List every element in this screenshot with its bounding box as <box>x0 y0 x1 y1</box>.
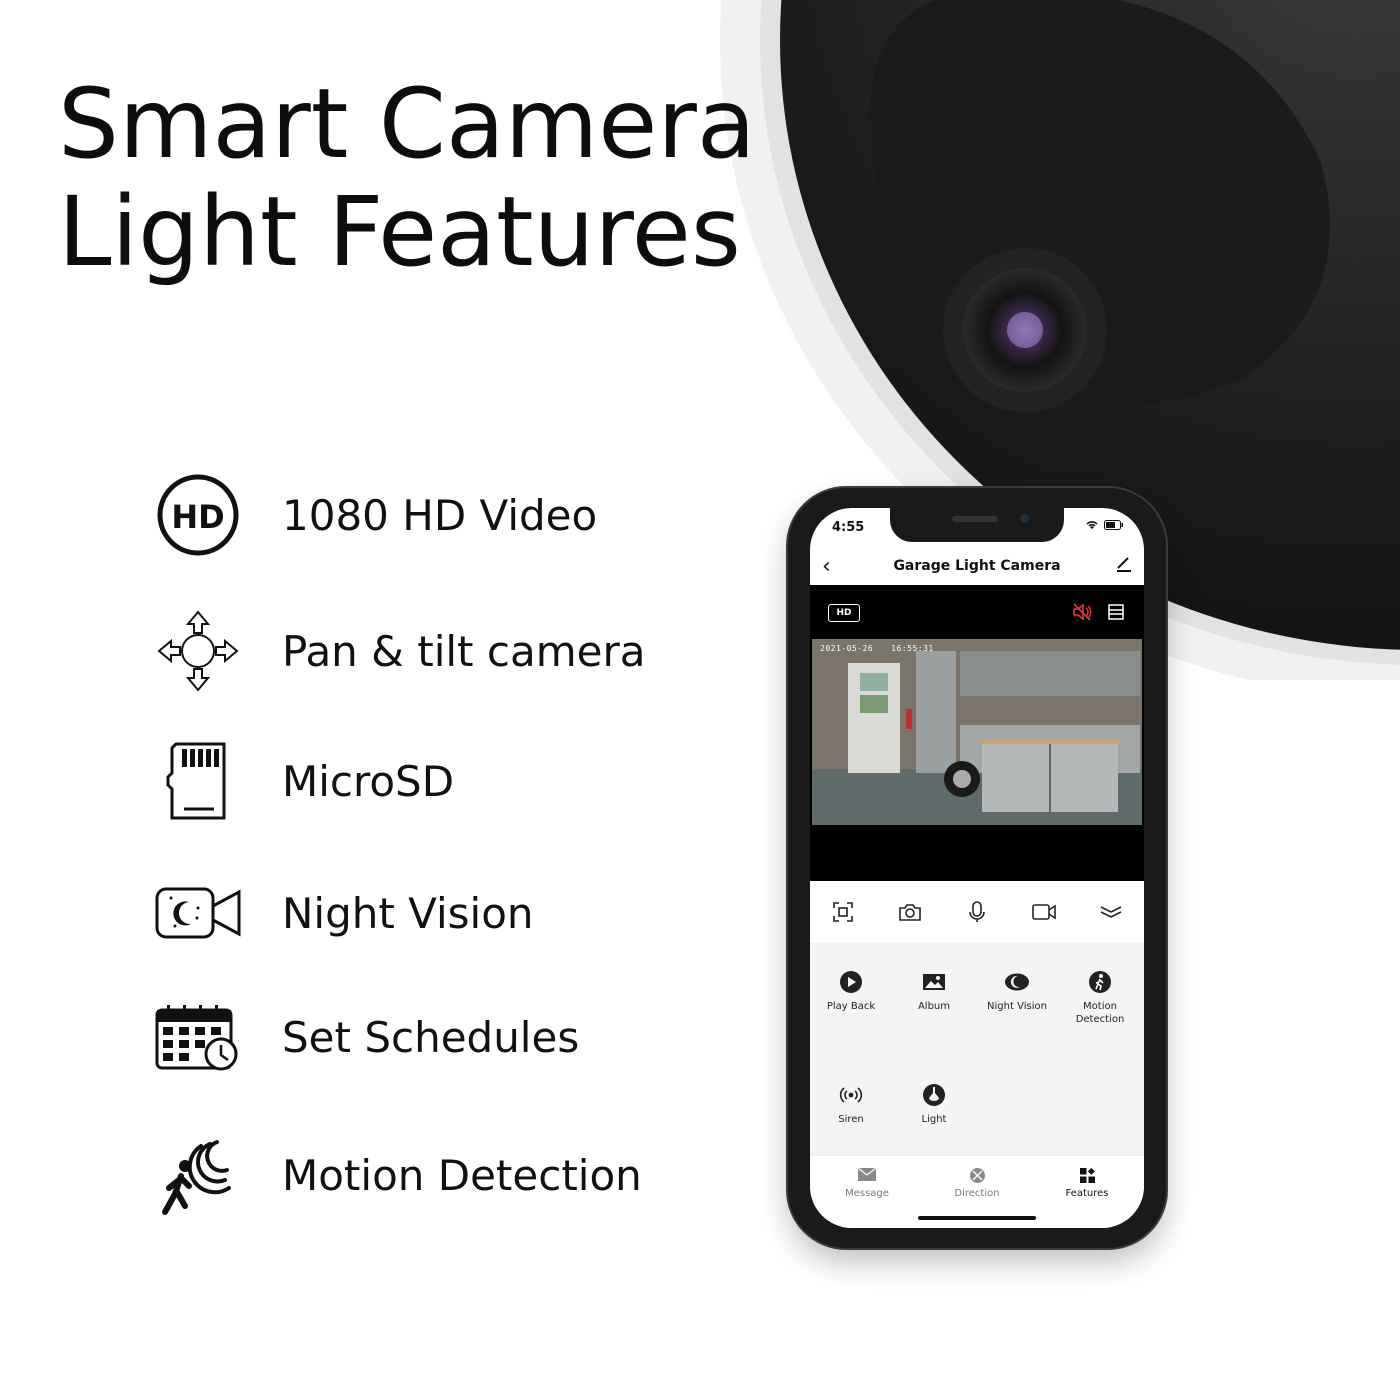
grid-item-label: Night Vision <box>987 1001 1047 1012</box>
hd-quality-toggle[interactable]: HD <box>828 604 860 622</box>
calendar-clock-icon <box>150 992 246 1082</box>
pan-tilt-icon <box>150 606 246 696</box>
osd-time: 16:55:31 <box>891 644 934 653</box>
video-timestamp: 2021-05-26 16:55:31 <box>820 644 934 653</box>
album-icon <box>922 970 946 994</box>
layout-icon[interactable] <box>1108 604 1124 624</box>
fullscreen-icon[interactable] <box>828 897 858 927</box>
home-indicator[interactable] <box>918 1216 1036 1220</box>
features-icon <box>1042 1168 1132 1184</box>
wifi-icon <box>1086 521 1098 529</box>
grid-item-label: Play Back <box>826 1001 876 1012</box>
grid-item-label: Motion Detection <box>1075 1001 1125 1025</box>
hd-icon: HD <box>150 470 246 560</box>
svg-text:HD: HD <box>171 498 224 536</box>
video-controls <box>810 881 1144 943</box>
camera-icon[interactable] <box>895 897 925 927</box>
tab-label: Direction <box>954 1188 1000 1199</box>
record-icon[interactable] <box>1029 897 1059 927</box>
tab-label: Features <box>1065 1188 1109 1199</box>
live-video-feed[interactable]: 2021-05-26 16:55:31 <box>812 639 1142 825</box>
feature-label: 1080 HD Video <box>282 490 598 540</box>
collapse-icon[interactable] <box>1096 897 1126 927</box>
grid-item-label: Siren <box>838 1114 864 1125</box>
grid-item-album[interactable]: Album <box>893 970 975 1013</box>
night-vision-icon <box>1005 970 1029 994</box>
status-icons <box>1085 520 1124 530</box>
phone-mockup: 4:55 ‹ Garage Light Camera HD 2021-05-26… <box>788 488 1166 1248</box>
microphone-icon[interactable] <box>962 897 992 927</box>
title-line-1: Smart Camera <box>58 68 756 180</box>
feature-motion-detection: Motion Detection <box>150 1130 710 1220</box>
siren-icon <box>839 1083 863 1107</box>
battery-icon <box>1104 520 1123 530</box>
phone-notch <box>890 508 1064 542</box>
title-line-2: Light Features <box>58 176 741 288</box>
features-grid: Play Back Album Night Vision Motion Dete… <box>810 943 1144 1155</box>
app-screen: 4:55 ‹ Garage Light Camera HD 2021-05-26… <box>810 508 1144 1228</box>
status-time: 4:55 <box>832 520 865 535</box>
night-vision-icon <box>150 868 246 958</box>
grid-item-label: Light <box>921 1114 947 1125</box>
bottom-tab-bar: Message Direction Features <box>810 1155 1144 1228</box>
tab-direction[interactable]: Direction <box>932 1168 1022 1199</box>
message-icon <box>822 1168 912 1184</box>
page-title: Smart Camera Light Features <box>58 70 756 286</box>
feature-label: Pan & tilt camera <box>282 626 646 676</box>
osd-date: 2021-05-26 <box>820 644 874 653</box>
direction-icon <box>932 1168 1022 1184</box>
tab-message[interactable]: Message <box>822 1168 912 1199</box>
grid-item-label: Album <box>917 1001 951 1012</box>
feature-microsd: MicroSD <box>150 736 710 826</box>
app-nav-bar: ‹ Garage Light Camera <box>810 548 1144 584</box>
garage-scene <box>812 639 1142 825</box>
pencil-icon[interactable] <box>1116 556 1132 576</box>
feature-label: MicroSD <box>282 756 455 806</box>
motion-icon <box>1088 970 1112 994</box>
grid-item-light[interactable]: Light <box>893 1083 975 1126</box>
feature-label: Night Vision <box>282 888 534 938</box>
grid-item-playback[interactable]: Play Back <box>810 970 892 1013</box>
video-panel: HD 2021-05-26 16:55:31 <box>810 585 1144 881</box>
feature-hd-video: HD 1080 HD Video <box>150 470 710 560</box>
mute-icon[interactable] <box>1072 603 1092 625</box>
grid-item-motion-detection[interactable]: Motion Detection <box>1059 970 1141 1026</box>
camera-title: Garage Light Camera <box>893 558 1061 574</box>
feature-pan-tilt: Pan & tilt camera <box>150 606 710 696</box>
feature-schedules: Set Schedules <box>150 992 710 1082</box>
light-icon <box>922 1083 946 1107</box>
grid-item-night-vision[interactable]: Night Vision <box>976 970 1058 1013</box>
grid-item-siren[interactable]: Siren <box>810 1083 892 1126</box>
microsd-icon <box>150 736 246 826</box>
feature-label: Set Schedules <box>282 1012 580 1062</box>
feature-label: Motion Detection <box>282 1150 642 1200</box>
play-icon <box>839 970 863 994</box>
feature-night-vision: Night Vision <box>150 868 710 958</box>
tab-label: Message <box>845 1188 889 1199</box>
tab-features[interactable]: Features <box>1042 1168 1132 1199</box>
motion-icon <box>150 1130 246 1220</box>
